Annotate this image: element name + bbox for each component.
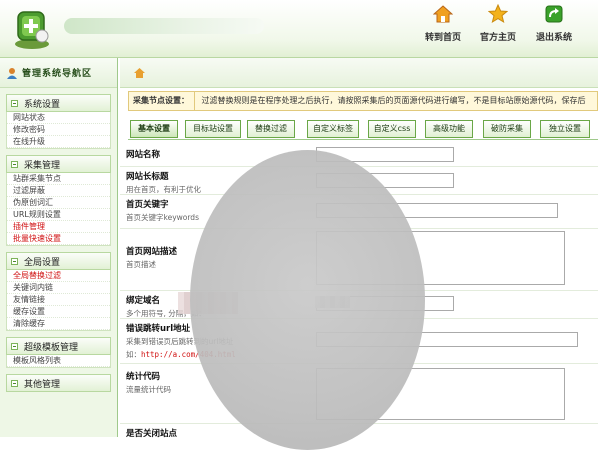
tab-independent[interactable]: 独立设置 [540,120,590,138]
nav-home-button[interactable]: 转到首页 [416,4,470,43]
sidebar-item[interactable]: 友情链接 [7,294,110,306]
sidebar-item[interactable]: 站群采集节点 [7,173,110,185]
sidebar-title: 管理系统导航区 [22,69,93,79]
home-icon [433,5,453,23]
sidebar-item[interactable]: 在线升级 [7,136,110,148]
error-url-example-prefix: 如： [126,350,141,359]
info-bar-text: 过滤替换规则是在程序处理之后执行，请按照采集后的页面源代码进行编写，不是目标站原… [201,96,586,105]
collapse-toggle-icon [11,257,18,265]
site-name-label: 网站名称 [126,150,161,160]
sidebar-item[interactable]: 网站状态 [7,112,110,124]
tab-advanced[interactable]: 高级功能 [425,120,473,138]
sidebar-group-title: 其他管理 [24,379,61,390]
sidebar-item[interactable]: 清除缓存 [7,318,110,330]
breadcrumb [120,58,598,88]
watermark-overlay [190,150,425,450]
sidebar-group: 采集管理站群采集节点 过滤屏蔽 伪原创词汇 URL规则设置 插件管理 批量快速设置 [6,155,111,246]
sidebar-group-items: 站群采集节点 过滤屏蔽 伪原创词汇 URL规则设置 插件管理 批量快速设置 [6,173,111,246]
sidebar-item[interactable]: URL规则设置 [7,209,110,221]
nav-logout-button[interactable]: 退出系统 [527,4,581,43]
collapse-toggle-icon [11,379,18,387]
sidebar-header: 管理系统导航区 [0,58,117,88]
sidebar-group-header[interactable]: 其他管理 [6,374,111,392]
logo-icon [15,11,49,49]
sidebar-item[interactable]: 修改密码 [7,124,110,136]
sidebar-group-title: 系统设置 [24,99,61,110]
sidebar-item[interactable]: 模板风格列表 [7,355,110,367]
sidebar-group: 全局设置全局替换过滤 关键词内链 友情链接 缓存设置 清除缓存 [6,252,111,331]
sidebar-group-header[interactable]: 采集管理 [6,155,111,173]
star-icon [488,4,508,24]
sidebar-group: 超级模板管理模板风格列表 [6,337,111,368]
sidebar: 管理系统导航区 系统设置网站状态 修改密码 在线升级采集管理站群采集节点 过滤屏蔽 伪原… [0,58,118,437]
sidebar-group-header[interactable]: 系统设置 [6,94,111,112]
tab-custom-tags[interactable]: 自定义标签 [307,120,359,138]
user-icon [7,67,17,79]
sidebar-group-header[interactable]: 超级模板管理 [6,337,111,355]
tab-basic-settings[interactable]: 基本设置 [130,120,178,138]
sidebar-group: 系统设置网站状态 修改密码 在线升级 [6,94,111,149]
sidebar-item[interactable]: 过滤屏蔽 [7,185,110,197]
sidebar-group-title: 全局设置 [24,257,61,268]
tab-anti-block[interactable]: 破防采集 [483,120,531,138]
top-header: 转到首页 官方主页 退出系统 [0,0,598,58]
info-bar: 采集节点设置： 过滤替换规则是在程序处理之后执行，请按照采集后的页面源代码进行编… [128,91,598,111]
sidebar-group-items: 模板风格列表 [6,355,111,368]
collapse-toggle-icon [11,342,18,350]
sidebar-group: 其他管理 [6,374,111,392]
tab-divider [128,139,598,140]
nav-official-button[interactable]: 官方主页 [471,4,525,43]
sidebar-group-title: 超级模板管理 [24,342,79,353]
site-title-blurred [64,18,264,34]
nav-home-label: 转到首页 [424,33,461,43]
sidebar-group-items: 全局替换过滤 关键词内链 友情链接 缓存设置 清除缓存 [6,270,111,331]
sidebar-item[interactable]: 全局替换过滤 [7,270,110,282]
form-row-site-name: 网站名称 [120,145,598,167]
sidebar-item[interactable]: 伪原创词汇 [7,197,110,209]
sidebar-item[interactable]: 关键词内链 [7,282,110,294]
sidebar-item[interactable]: 缓存设置 [7,306,110,318]
nav-official-label: 官方主页 [479,33,516,43]
sidebar-group-header[interactable]: 全局设置 [6,252,111,270]
sidebar-group-items: 网站状态 修改密码 在线升级 [6,112,111,149]
exit-icon [545,5,563,23]
home-small-icon[interactable] [134,68,145,78]
collapse-toggle-icon [11,99,18,107]
tab-custom-css[interactable]: 自定义css [368,120,416,138]
sidebar-item[interactable]: 批量快速设置 [7,233,110,245]
tab-replace-filter[interactable]: 替换过滤 [247,120,295,138]
collapse-toggle-icon [11,160,18,168]
sidebar-item[interactable]: 插件管理 [7,221,110,233]
tab-target-site[interactable]: 目标站设置 [185,120,241,138]
sidebar-groups: 系统设置网站状态 修改密码 在线升级采集管理站群采集节点 过滤屏蔽 伪原创词汇 URL规则… [0,94,117,392]
sidebar-group-title: 采集管理 [24,160,61,171]
nav-logout-label: 退出系统 [535,33,572,43]
info-bar-label: 采集节点设置： [129,92,195,110]
